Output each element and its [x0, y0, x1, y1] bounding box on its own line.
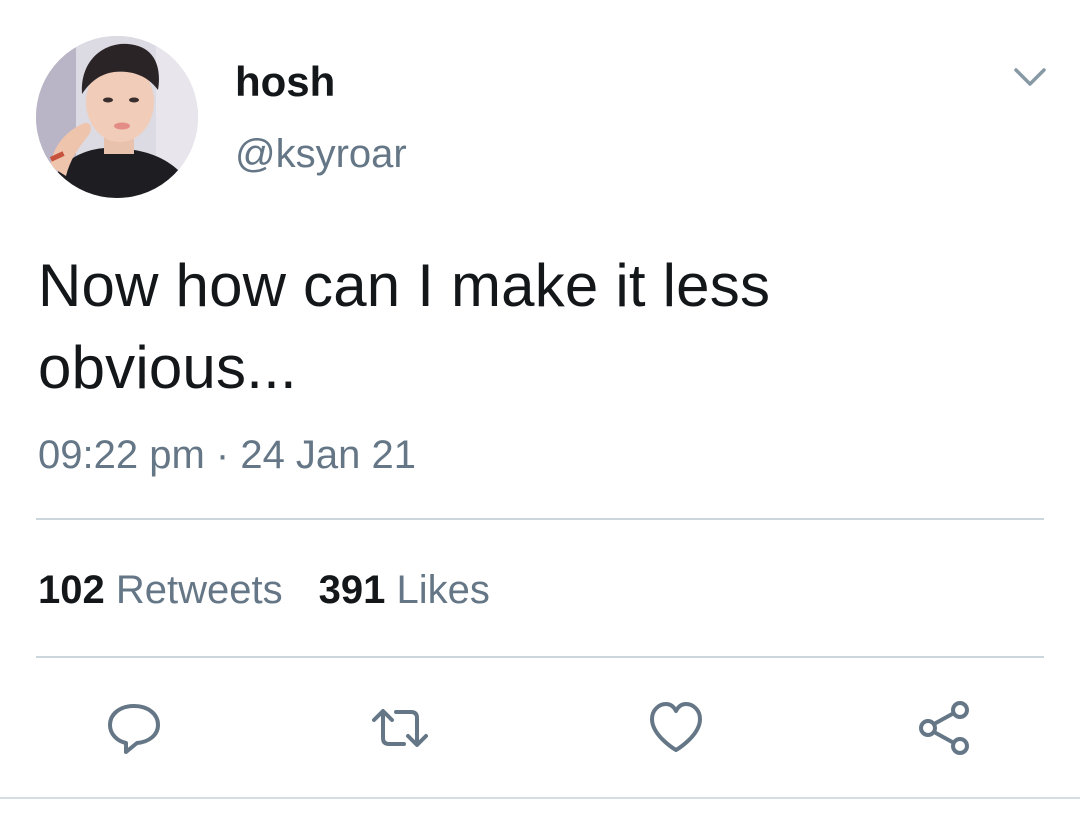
share-icon — [919, 701, 969, 755]
retweets-count: 102 — [38, 568, 105, 612]
divider — [36, 656, 1044, 658]
tweet-text: Now how can I make it less obvious... — [38, 245, 1038, 409]
avatar-photo — [36, 36, 198, 198]
tweet-stats: 102 Retweets 391 Likes — [38, 565, 526, 615]
tweet-text-line: Now how can I make it less — [38, 252, 771, 319]
tweet-text-line: obvious... — [38, 334, 297, 401]
reply-button[interactable] — [104, 698, 164, 758]
like-button[interactable] — [646, 698, 706, 758]
user-handle[interactable]: @ksyroar — [235, 130, 407, 178]
retweet-icon — [372, 709, 428, 747]
heart-icon — [650, 702, 702, 752]
retweets-stat[interactable]: 102 Retweets — [38, 565, 283, 615]
share-button[interactable] — [914, 698, 974, 758]
tweet-card: hosh @ksyroar Now how can I make it less… — [0, 0, 1080, 818]
chevron-down-icon[interactable] — [1010, 62, 1050, 92]
retweets-label: Retweets — [115, 568, 283, 612]
likes-label: Likes — [396, 568, 490, 612]
retweet-button[interactable] — [370, 698, 430, 758]
display-name[interactable]: hosh — [235, 58, 335, 106]
tweet-timestamp[interactable]: 09:22 pm · 24 Jan 21 — [38, 430, 416, 480]
divider — [0, 797, 1080, 799]
divider — [36, 518, 1044, 520]
avatar[interactable] — [36, 36, 198, 198]
likes-stat[interactable]: 391 Likes — [319, 565, 490, 615]
reply-icon — [108, 704, 160, 754]
likes-count: 391 — [318, 568, 386, 612]
